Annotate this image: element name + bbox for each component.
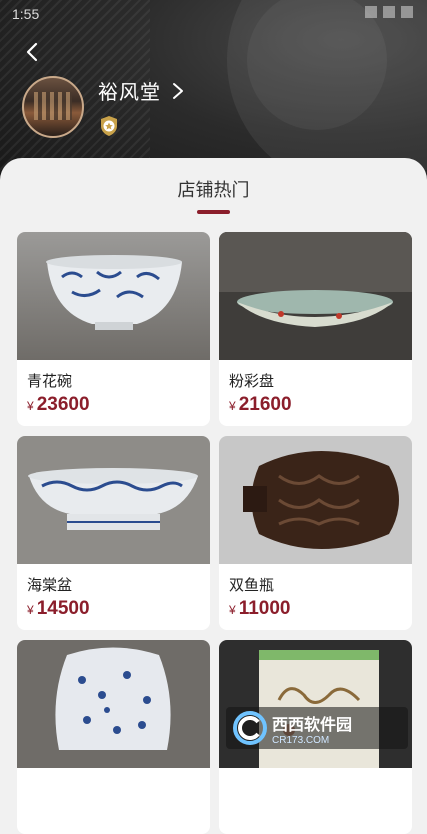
product-price: ¥23600 bbox=[27, 394, 90, 416]
shop-avatar[interactable] bbox=[22, 76, 84, 138]
wifi-icon bbox=[365, 6, 377, 18]
shop-name: 裕风堂 bbox=[98, 82, 161, 104]
site-logo-icon bbox=[233, 711, 267, 745]
watermark-subtitle: CR173.COM bbox=[272, 734, 330, 746]
product-name: 海棠盆 bbox=[27, 577, 73, 594]
currency-symbol: ¥ bbox=[27, 399, 34, 413]
product-image bbox=[219, 436, 412, 564]
product-price: ¥21600 bbox=[229, 394, 292, 416]
product-card[interactable]: 海棠盆 ¥14500 bbox=[17, 436, 210, 630]
product-card[interactable]: 粉彩盘 ¥21600 bbox=[219, 232, 412, 426]
product-price: ¥14500 bbox=[27, 598, 90, 620]
product-card[interactable] bbox=[17, 640, 210, 834]
product-image bbox=[17, 232, 210, 360]
currency-symbol: ¥ bbox=[229, 399, 236, 413]
product-price: ¥11000 bbox=[229, 598, 290, 620]
watermark-title: 西西软件园 bbox=[272, 716, 353, 734]
currency-symbol: ¥ bbox=[229, 603, 236, 617]
status-bar: 1:55 bbox=[0, 0, 427, 28]
price-value: 14500 bbox=[36, 598, 90, 619]
chevron-left-icon bbox=[26, 42, 38, 62]
status-icons bbox=[365, 6, 413, 18]
product-image bbox=[17, 640, 210, 768]
product-name: 粉彩盘 bbox=[229, 373, 275, 390]
price-value: 21600 bbox=[238, 394, 292, 415]
content-sheet: 店铺热门 青花碗 ¥23600 粉彩盘 ¥ 21600 海棠盆 ¥ 14500 … bbox=[0, 158, 427, 834]
status-time: 1:55 bbox=[12, 6, 40, 22]
tab-indicator bbox=[197, 210, 230, 214]
shop-info-row[interactable]: 裕风堂 bbox=[22, 76, 187, 142]
price-value: 11000 bbox=[238, 598, 291, 619]
back-button[interactable] bbox=[18, 38, 46, 66]
product-card[interactable]: 青花碗 ¥23600 bbox=[17, 232, 210, 426]
product-name: 双鱼瓶 bbox=[229, 577, 275, 594]
product-card[interactable]: 双鱼瓶 ¥11000 bbox=[219, 436, 412, 630]
battery-icon bbox=[401, 6, 413, 18]
price-value: 23600 bbox=[36, 394, 90, 415]
currency-symbol: ¥ bbox=[27, 603, 34, 617]
section-title: 店铺热门 bbox=[177, 180, 250, 200]
product-name: 青花碗 bbox=[27, 373, 73, 390]
product-image bbox=[219, 232, 412, 360]
verified-badge-icon bbox=[101, 116, 117, 136]
shop-name-link[interactable]: 裕风堂 bbox=[98, 76, 187, 105]
product-image bbox=[17, 436, 210, 564]
watermark: 西西软件园 CR173.COM bbox=[226, 707, 408, 749]
chevron-right-icon bbox=[173, 82, 183, 99]
signal-icon bbox=[383, 6, 395, 18]
